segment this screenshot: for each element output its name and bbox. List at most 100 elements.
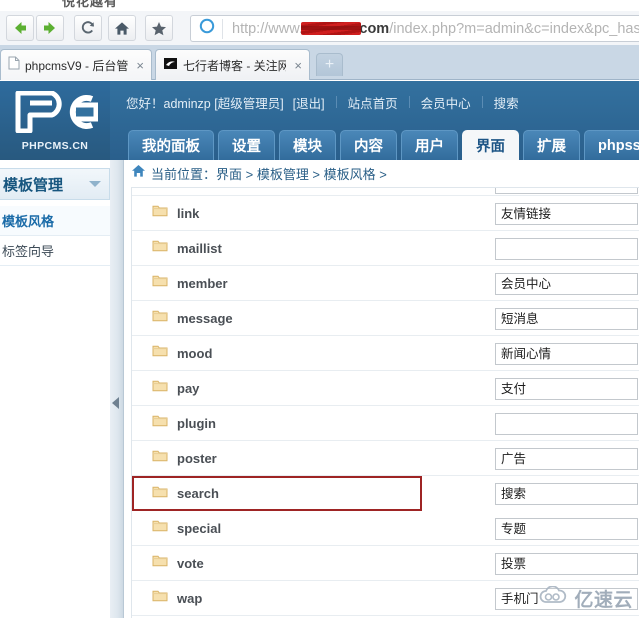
sidebar-item-template-style[interactable]: ➡ 模板风格 [0, 206, 110, 236]
row-value-input[interactable]: 会员中心 [495, 273, 638, 295]
table-row[interactable]: message 短消息 [132, 301, 639, 336]
greeting-divider-2 [408, 96, 410, 108]
table-row[interactable]: plugin [132, 406, 639, 441]
search-link[interactable]: 搜索 [494, 93, 519, 112]
table-row[interactable]: maillist [132, 231, 639, 266]
sidebar-divider [110, 160, 124, 618]
star-icon [151, 21, 167, 36]
table-row[interactable]: pay 支付 [132, 371, 639, 406]
row-name-label: plugin [177, 415, 216, 431]
row-value-input[interactable]: 支付 [495, 378, 638, 400]
row-value-input[interactable]: 短消息 [495, 308, 638, 330]
row-name-cell[interactable]: special [132, 511, 452, 545]
row-name-cell[interactable]: mood [132, 336, 452, 370]
address-bar[interactable]: http://www.xxxxxxxcom/index.php?m=admin&… [190, 15, 639, 42]
browser-chrome: 悦花越有 http://www. com/index.php?m=admin&c… [0, 0, 639, 80]
row-name-cell[interactable]: message [132, 301, 452, 335]
table-row[interactable]: mood 新闻心情 [132, 336, 639, 371]
row-name-cell[interactable]: wap [132, 581, 452, 615]
member-center-link[interactable]: 会员中心 [421, 93, 471, 112]
forward-arrow-icon [42, 21, 58, 35]
row-value-input[interactable] [495, 238, 638, 260]
logout-link[interactable]: [退出] [293, 93, 325, 112]
table-row[interactable]: wap 手机门 [132, 581, 639, 616]
row-name-cell[interactable]: link [132, 196, 452, 230]
nav-tab-modules[interactable]: 模块 [279, 130, 336, 160]
app-logo-text: PHPCMS.CN [21, 140, 89, 152]
back-button[interactable] [6, 15, 34, 41]
sidebar-item-template-style-label: 模板风格 [2, 214, 55, 229]
browser-tab-1-close-icon[interactable]: × [133, 59, 147, 72]
folder-icon [152, 309, 168, 327]
nav-tab-extensions[interactable]: 扩展 [523, 130, 580, 160]
bookmark-button[interactable] [145, 15, 173, 41]
nav-tab-content[interactable]: 内容 [340, 130, 397, 160]
row-name-label: link [177, 205, 200, 221]
row-name-label: wap [177, 590, 203, 606]
folder-icon [152, 379, 168, 397]
table-row[interactable]: special 专题 [132, 511, 639, 546]
forward-button[interactable] [36, 15, 64, 41]
row-value-input[interactable] [495, 413, 638, 435]
table-row[interactable]: link 友情链接 [132, 196, 639, 231]
nav-tab-interface[interactable]: 界面 [462, 130, 519, 160]
row-name-cell[interactable]: maillist [132, 231, 452, 265]
row-value-input[interactable]: 搜索 [495, 483, 638, 505]
reload-button[interactable] [74, 15, 102, 41]
nav-tab-my-panel[interactable]: 我的面板 [128, 130, 214, 160]
nav-tab-users[interactable]: 用户 [401, 130, 458, 160]
page-icon [8, 56, 20, 75]
site-home-link[interactable]: 站点首页 [348, 93, 398, 112]
nav-tab-modules-label: 模块 [293, 139, 322, 155]
table-row[interactable] [132, 188, 639, 196]
browser-tab-1-title: phpcmsV9 - 后台管理 [25, 58, 129, 73]
reload-icon [80, 20, 96, 36]
row-value-input[interactable]: 投票 [495, 553, 638, 575]
row-name-cell[interactable]: search [132, 476, 452, 511]
plus-icon: + [324, 56, 335, 73]
nav-tab-settings[interactable]: 设置 [218, 130, 275, 160]
table-row[interactable]: vote 投票 [132, 546, 639, 581]
chevron-down-icon[interactable] [89, 181, 101, 187]
row-value-input[interactable]: 友情链接 [495, 203, 638, 225]
sidebar-item-tag-wizard[interactable]: 标签向导 [0, 236, 110, 266]
app-logo[interactable]: PHPCMS.CN [0, 81, 110, 160]
row-name-label: member [177, 275, 228, 291]
body-area: 模板管理 ➡ 模板风格 标签向导 当前位置：界面 > [0, 160, 639, 618]
browser-tab-2[interactable]: 七行者博客 - 关注网 × [155, 49, 310, 80]
greeting-bar: 您好！adminzp [超级管理员] [退出] 站点首页 会员中心 搜索 [110, 81, 639, 123]
collapse-sidebar-icon[interactable] [112, 397, 119, 409]
nav-tab-my-panel-label: 我的面板 [142, 139, 200, 155]
home-button[interactable] [108, 15, 136, 41]
row-name-cell[interactable]: plugin [132, 406, 452, 440]
table-row[interactable]: poster 广告 [132, 441, 639, 476]
row-name-cell[interactable]: member [132, 266, 452, 300]
globe-icon [199, 18, 215, 39]
row-value-input[interactable]: 手机门 [495, 588, 638, 610]
row-name-label: poster [177, 450, 217, 466]
url-domain-suffix: com [359, 20, 390, 37]
nav-tab-users-label: 用户 [415, 139, 444, 155]
table-row-highlighted[interactable]: search 搜索 [132, 476, 639, 511]
sidebar-header[interactable]: 模板管理 [0, 168, 110, 200]
browser-tab-1[interactable]: phpcmsV9 - 后台管理 × [0, 49, 152, 80]
breadcrumb: 当前位置：界面 > 模板管理 > 模板风格 > [125, 160, 639, 186]
nav-tab-interface-label: 界面 [476, 139, 505, 155]
greeting-divider-1 [335, 96, 337, 108]
folder-icon [152, 485, 168, 503]
row-value-input[interactable]: 新闻心情 [495, 343, 638, 365]
home-icon [114, 21, 130, 36]
table-row[interactable]: member 会员中心 [132, 266, 639, 301]
row-name-cell[interactable]: poster [132, 441, 452, 475]
row-name-cell[interactable]: vote [132, 546, 452, 580]
row-name-label: pay [177, 380, 200, 396]
browser-tab-2-close-icon[interactable]: × [291, 59, 305, 72]
nav-tab-phpsso[interactable]: phpsso [584, 130, 639, 160]
new-tab-button[interactable]: + [316, 53, 343, 76]
folder-icon [152, 414, 168, 432]
phpcms-logo-icon [12, 90, 99, 138]
row-value-input[interactable]: 专题 [495, 518, 638, 540]
row-value-input[interactable] [495, 188, 638, 194]
row-value-input[interactable]: 广告 [495, 448, 638, 470]
row-name-cell[interactable]: pay [132, 371, 452, 405]
